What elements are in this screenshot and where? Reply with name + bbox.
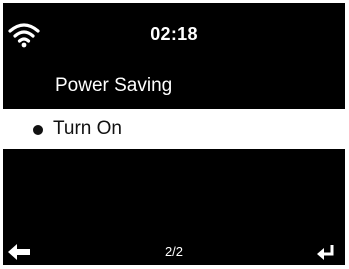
page-indicator: 2/2: [164, 244, 184, 259]
menu-item-label: Turn On: [53, 118, 122, 139]
device-screen: 02:18 Power Saving Turn On 2/2: [3, 3, 345, 265]
menu-title: Power Saving: [55, 75, 173, 96]
menu-item-turn-on[interactable]: Turn On: [3, 109, 345, 149]
footer-bar: 2/2: [3, 239, 345, 265]
clock: 02:18: [150, 24, 198, 44]
enter-icon[interactable]: [317, 244, 335, 260]
status-bar: 02:18: [3, 3, 345, 59]
selected-bullet-icon: [33, 125, 43, 135]
